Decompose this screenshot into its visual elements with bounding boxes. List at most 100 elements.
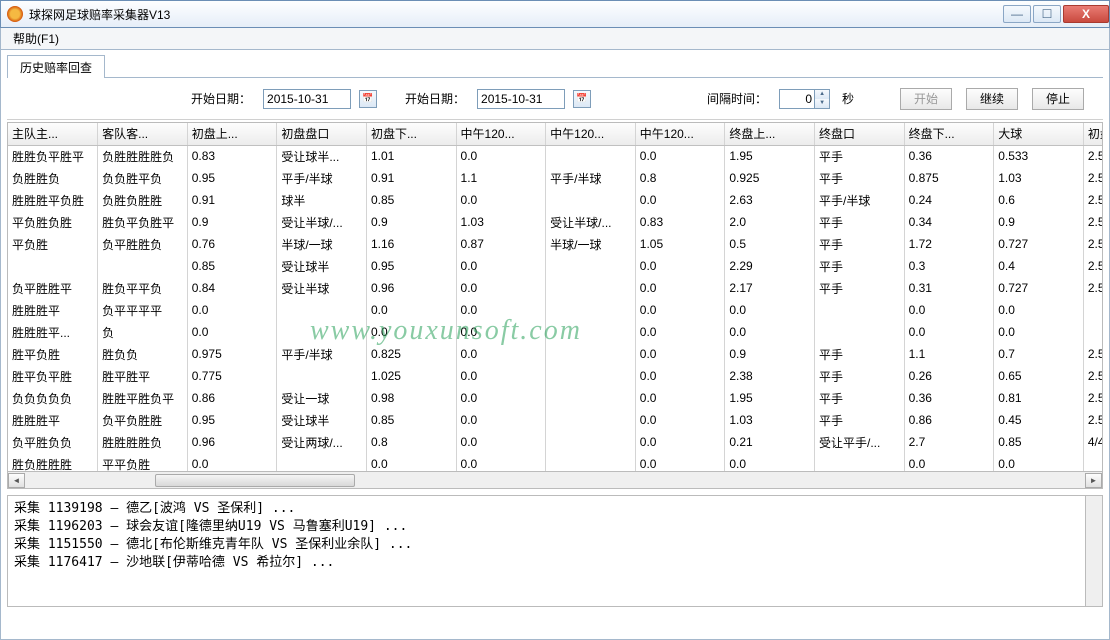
cell: 0.8 bbox=[366, 431, 456, 453]
table-row[interactable]: 平负胜负胜胜负平负胜平0.9受让半球/...0.91.03受让半球/...0.8… bbox=[8, 211, 1103, 233]
scroll-track[interactable] bbox=[25, 473, 1085, 488]
table-row[interactable]: 胜平负胜胜负负0.975平手/半球0.8250.00.00.9平手1.10.72… bbox=[8, 343, 1103, 365]
table-row[interactable]: 负平胜胜平胜负平平负0.84受让半球0.960.00.02.17平手0.310.… bbox=[8, 277, 1103, 299]
menu-bar: 帮助(F1) bbox=[0, 28, 1110, 50]
column-header[interactable]: 初盘盘口 bbox=[277, 123, 367, 145]
maximize-button[interactable]: ☐ bbox=[1033, 5, 1061, 23]
log-line: 采集 1139198 – 德乙[波鸿 VS 圣保利] ... bbox=[14, 500, 1096, 518]
cell: 平手 bbox=[814, 387, 904, 409]
calendar-icon[interactable]: 📅 bbox=[359, 90, 377, 108]
spin-down-icon[interactable]: ▼ bbox=[815, 99, 829, 108]
cell: 平手/半球 bbox=[277, 343, 367, 365]
tab-history-odds[interactable]: 历史赔率回查 bbox=[7, 55, 105, 78]
horizontal-scrollbar[interactable]: ◄ ► bbox=[7, 472, 1103, 489]
cell: 0.0 bbox=[635, 189, 725, 211]
menu-help[interactable]: 帮助(F1) bbox=[5, 28, 67, 49]
stop-button[interactable]: 停止 bbox=[1032, 88, 1084, 110]
cell: 0.0 bbox=[456, 343, 546, 365]
table-row[interactable]: 负胜胜负负负胜平负0.95平手/半球0.911.1平手/半球0.80.925平手… bbox=[8, 167, 1103, 189]
close-button[interactable]: X bbox=[1063, 5, 1109, 23]
cell bbox=[546, 299, 636, 321]
column-header[interactable]: 初盘 bbox=[1083, 123, 1103, 145]
data-table[interactable]: 主队主...客队客...初盘上...初盘盘口初盘下...中午120...中午12… bbox=[7, 122, 1103, 472]
client-area: 历史赔率回查 开始日期： 📅 开始日期： 📅 间隔时间： ▲ ▼ 秒 开始 继续… bbox=[0, 50, 1110, 640]
column-header[interactable]: 大球 bbox=[994, 123, 1084, 145]
cell: 负平胜胜平 bbox=[8, 277, 98, 299]
column-header[interactable]: 中午120... bbox=[635, 123, 725, 145]
cell bbox=[277, 299, 367, 321]
cell: 0.0 bbox=[725, 299, 815, 321]
scroll-left-icon[interactable]: ◄ bbox=[8, 473, 25, 488]
cell: 胜负平平负 bbox=[98, 277, 188, 299]
cell: 2.5 bbox=[1083, 409, 1103, 431]
cell: 2.5 bbox=[1083, 211, 1103, 233]
cell: 受让球半 bbox=[277, 255, 367, 277]
log-panel[interactable]: 采集 1139198 – 德乙[波鸿 VS 圣保利] ...采集 1196203… bbox=[7, 495, 1103, 607]
cell: 1.03 bbox=[456, 211, 546, 233]
cell: 负平平平平 bbox=[98, 299, 188, 321]
column-header[interactable]: 客队客... bbox=[98, 123, 188, 145]
table-row[interactable]: 胜胜胜平负平负胜胜0.95受让球半0.850.00.01.03平手0.860.4… bbox=[8, 409, 1103, 431]
table-row[interactable]: 胜胜胜平负胜负胜负胜胜0.91球半0.850.00.02.63平手/半球0.24… bbox=[8, 189, 1103, 211]
column-header[interactable]: 中午120... bbox=[456, 123, 546, 145]
cell: 负负负负负 bbox=[8, 387, 98, 409]
resume-button[interactable]: 继续 bbox=[966, 88, 1018, 110]
cell: 0.0 bbox=[635, 277, 725, 299]
end-date-input[interactable] bbox=[477, 89, 565, 109]
cell: 0.975 bbox=[187, 343, 277, 365]
column-header[interactable]: 终盘下... bbox=[904, 123, 994, 145]
start-button[interactable]: 开始 bbox=[900, 88, 952, 110]
cell bbox=[546, 255, 636, 277]
column-header[interactable]: 初盘下... bbox=[366, 123, 456, 145]
table-row[interactable]: 负负负负负胜胜平胜负平0.86受让一球0.980.00.01.95平手0.360… bbox=[8, 387, 1103, 409]
table-row[interactable]: 胜胜胜平负平平平平0.00.00.00.00.00.00.00.00 bbox=[8, 299, 1103, 321]
table-row[interactable]: 负平胜负负胜胜胜胜负0.96受让两球/...0.80.00.00.21受让平手/… bbox=[8, 431, 1103, 453]
column-header[interactable]: 主队主... bbox=[8, 123, 98, 145]
start-date-input[interactable] bbox=[263, 89, 351, 109]
minimize-button[interactable]: — bbox=[1003, 5, 1031, 23]
cell: 胜胜胜平... bbox=[8, 321, 98, 343]
cell: 0.0 bbox=[366, 453, 456, 472]
cell: 0.0 bbox=[994, 453, 1084, 472]
table-row[interactable]: 平负胜负平胜胜负0.76半球/一球1.160.87半球/一球1.050.5平手1… bbox=[8, 233, 1103, 255]
app-icon bbox=[7, 6, 23, 22]
cell: 受让两球/... bbox=[277, 431, 367, 453]
spin-up-icon[interactable]: ▲ bbox=[815, 90, 829, 99]
cell: 0.83 bbox=[187, 145, 277, 167]
cell: 平手 bbox=[814, 233, 904, 255]
cell: 负平胜胜负 bbox=[98, 233, 188, 255]
cell: 0.0 bbox=[456, 145, 546, 167]
scroll-thumb[interactable] bbox=[155, 474, 355, 487]
cell bbox=[546, 321, 636, 343]
interval-spinner[interactable]: ▲ ▼ bbox=[779, 89, 830, 109]
cell: 受让一球 bbox=[277, 387, 367, 409]
cell: 0.0 bbox=[635, 453, 725, 472]
table-row[interactable]: 胜胜胜平...负0.00.00.00.00.00.00.00.00 bbox=[8, 321, 1103, 343]
cell: 胜胜胜平负胜 bbox=[8, 189, 98, 211]
scroll-right-icon[interactable]: ► bbox=[1085, 473, 1102, 488]
calendar-icon[interactable]: 📅 bbox=[573, 90, 591, 108]
column-header[interactable]: 终盘口 bbox=[814, 123, 904, 145]
cell: 1.1 bbox=[456, 167, 546, 189]
cell: 胜胜胜平 bbox=[8, 409, 98, 431]
cell: 0.0 bbox=[456, 299, 546, 321]
table-row[interactable]: 0.85受让球半0.950.00.02.29平手0.30.42.51.8750 bbox=[8, 255, 1103, 277]
cell: 0.775 bbox=[187, 365, 277, 387]
interval-input[interactable] bbox=[779, 89, 815, 109]
column-header[interactable]: 初盘上... bbox=[187, 123, 277, 145]
interval-label: 间隔时间： bbox=[707, 90, 767, 107]
cell: 0.727 bbox=[994, 233, 1084, 255]
table-row[interactable]: 胜负胜胜胜平平负胜0.00.00.00.00.00.00.00.00 bbox=[8, 453, 1103, 472]
cell: 0.34 bbox=[904, 211, 994, 233]
cell: 0.0 bbox=[187, 299, 277, 321]
table-row[interactable]: 胜平负平胜胜平胜平0.7751.0250.00.02.38平手0.260.652… bbox=[8, 365, 1103, 387]
table-row[interactable]: 胜胜负平胜平负胜胜胜胜负0.83受让球半...1.010.00.01.95平手0… bbox=[8, 145, 1103, 167]
column-header[interactable]: 中午120... bbox=[546, 123, 636, 145]
cell: 0.0 bbox=[635, 409, 725, 431]
tab-strip: 历史赔率回查 bbox=[7, 54, 1103, 78]
cell: 0.9 bbox=[187, 211, 277, 233]
cell: 负平负胜胜 bbox=[98, 409, 188, 431]
vertical-scrollbar[interactable] bbox=[1085, 496, 1102, 606]
cell: 2.63 bbox=[725, 189, 815, 211]
column-header[interactable]: 终盘上... bbox=[725, 123, 815, 145]
